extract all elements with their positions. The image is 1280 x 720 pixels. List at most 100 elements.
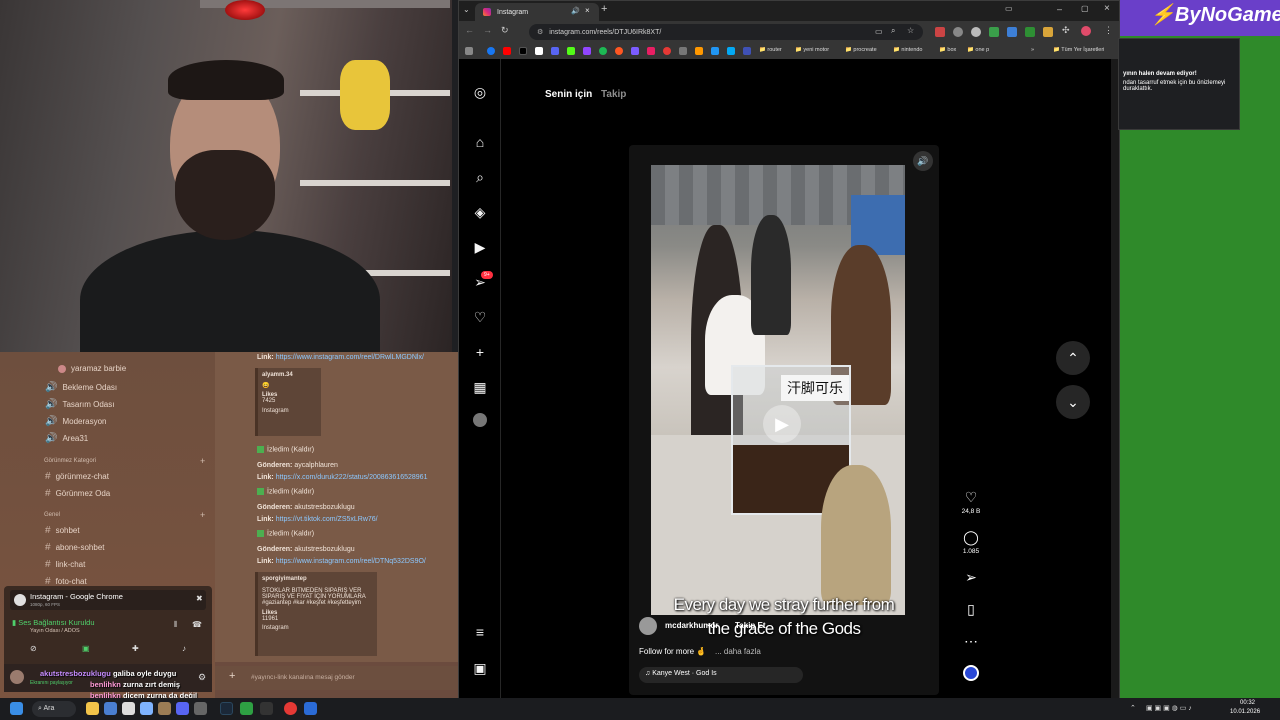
link[interactable]: https://vt.tiktok.com/ZS5xLRw76/ — [276, 516, 378, 523]
bookmark-icon[interactable] — [615, 47, 623, 55]
create-icon[interactable]: + — [471, 343, 489, 361]
watched-button[interactable]: İzledim (Kaldır) — [257, 488, 314, 495]
extension-icon[interactable] — [1025, 27, 1035, 37]
bookmark-icon[interactable] — [679, 47, 687, 55]
discord-icon[interactable] — [551, 47, 559, 55]
taskbar-app-icon[interactable] — [104, 702, 117, 715]
forward-icon[interactable]: → — [483, 25, 492, 35]
reload-icon[interactable]: ↻ — [501, 25, 509, 36]
bookmark-box[interactable]: 📁 box — [939, 47, 956, 53]
avatar[interactable] — [471, 413, 489, 431]
add-channel-icon[interactable]: + — [200, 456, 205, 466]
taskbar-app-icon[interactable] — [158, 702, 171, 715]
mute-icon[interactable]: 🔊 — [913, 151, 933, 171]
audio-thumb[interactable] — [955, 665, 987, 686]
voice-channel-bekleme[interactable]: 🔊 Bekleme Odası — [45, 382, 117, 393]
avatar[interactable] — [1081, 26, 1091, 36]
bookmark-one-p[interactable]: 📁 one p — [967, 47, 989, 53]
extensions-puzzle-icon[interactable]: ✣ — [1062, 25, 1070, 36]
extension-icon[interactable] — [953, 27, 963, 37]
voice-room[interactable]: Yayın Odası / ADOS — [30, 628, 80, 634]
noise-icon[interactable]: ⦀ — [174, 620, 178, 630]
instagram-logo-icon[interactable]: ◎ — [471, 83, 489, 101]
next-reel-button[interactable]: ⌄ — [1056, 385, 1090, 419]
text-channel-link-chat[interactable]: # link-chat — [45, 559, 85, 570]
x-icon[interactable] — [519, 47, 527, 55]
scrollbar[interactable] — [1111, 59, 1119, 699]
kick-icon[interactable] — [567, 47, 575, 55]
avatar[interactable] — [639, 617, 657, 635]
bookmark-icon[interactable] — [663, 47, 671, 55]
taskbar-app-icon[interactable] — [260, 702, 273, 715]
notifications-heart-icon[interactable]: ♡ — [471, 308, 489, 326]
voice-member[interactable]: yaramaz barbie — [58, 364, 126, 373]
soundboard-icon[interactable]: ♪ — [182, 644, 186, 653]
watched-button[interactable]: İzledim (Kaldır) — [257, 446, 314, 453]
discord-icon[interactable] — [176, 702, 189, 715]
search-icon[interactable]: ⌕ — [471, 168, 489, 186]
menu-kebab-icon[interactable]: ⋮ — [1104, 25, 1113, 36]
bookmark-icon[interactable] — [647, 47, 655, 55]
disconnect-icon[interactable]: ☎ — [192, 620, 202, 629]
bookmark-icon[interactable] — [631, 47, 639, 55]
bookmark-nintendo[interactable]: 📁 nintendo — [893, 47, 923, 53]
threads-icon[interactable] — [535, 47, 543, 55]
more-options-button[interactable]: ⋯ — [955, 633, 987, 650]
bookmark-router[interactable]: 📁 router — [759, 47, 782, 53]
taskbar-app-icon[interactable] — [194, 702, 207, 715]
text-channel-gorunmez-chat[interactable]: # görünmez-chat — [45, 471, 109, 482]
tray-chevron-icon[interactable]: ⌃ — [1130, 704, 1136, 712]
previous-reel-button[interactable]: ⌃ — [1056, 341, 1090, 375]
audio-icon[interactable]: 🔊 — [571, 7, 580, 15]
voice-channel-tasarim[interactable]: 🔊 Tasarım Odası — [45, 399, 114, 410]
audio-pill[interactable]: ♫ Kanye West · God Is — [639, 667, 803, 683]
address-bar[interactable]: ⚙ instagram.com/reels/DTJU6IRk8XT/ ▭ ⌕ ☆ — [529, 24, 923, 40]
taskbar-search[interactable]: ⌕ Ara — [32, 701, 76, 717]
tab-search-icon[interactable]: ⌄ — [463, 5, 470, 14]
close-tab-icon[interactable]: × — [585, 6, 590, 15]
taskbar-app-icon[interactable] — [140, 702, 153, 715]
category-general[interactable]: Genel — [44, 512, 60, 518]
avatar[interactable] — [10, 670, 24, 684]
category-hidden[interactable]: Görünmez Kategori — [44, 458, 96, 464]
reels-icon[interactable]: ▶ — [471, 238, 489, 256]
zoom-icon[interactable]: ⌕ — [891, 26, 895, 36]
watched-button[interactable]: İzledim (Kaldır) — [257, 530, 314, 537]
link[interactable]: https://www.instagram.com/reel/DRwlLMGDN… — [276, 354, 424, 361]
tray-icons[interactable]: ▣ ▣ ▣ ◍ ▭ ♪ — [1146, 704, 1192, 712]
bookmark-star-icon[interactable]: ☆ — [907, 26, 914, 35]
voice-channel-gorunmez-oda[interactable]: # Görünmez Oda — [45, 488, 110, 499]
voice-channel-area31[interactable]: 🔊 Area31 — [45, 433, 88, 444]
steam-icon[interactable] — [220, 702, 233, 715]
home-icon[interactable]: ⌂ — [471, 133, 489, 151]
file-explorer-icon[interactable] — [86, 702, 99, 715]
clock-date[interactable]: 10.01.2026 — [1230, 709, 1260, 715]
back-icon[interactable]: ← — [465, 25, 474, 35]
camera-off-icon[interactable]: ⊘ — [30, 644, 37, 653]
like-button[interactable]: ♡ 24,8 B — [955, 489, 987, 515]
message-input-bar[interactable]: + #yayıncı-link kanalına mesaj gönder — [215, 666, 458, 690]
facebook-icon[interactable] — [487, 47, 495, 55]
profile-icon[interactable]: ▭ — [1005, 4, 1013, 13]
voice-channel-moderasyon[interactable]: 🔊 Moderasyon — [45, 416, 106, 427]
bookmark-icon[interactable] — [727, 47, 735, 55]
share-button[interactable]: ➢ — [955, 569, 987, 586]
reel-video[interactable]: 汗脚可乐 ▶ — [651, 165, 905, 615]
youtube-icon[interactable] — [503, 47, 511, 55]
maximize-icon[interactable]: ▢ — [1081, 4, 1089, 13]
play-icon[interactable]: ▶ — [763, 405, 801, 443]
bookmark-procreate[interactable]: 📁 procreate — [845, 47, 877, 53]
more-bookmarks-icon[interactable]: » — [1031, 47, 1034, 53]
tab-for-you[interactable]: Senin için — [545, 89, 592, 100]
more-menu-icon[interactable]: ≡ — [471, 623, 489, 641]
extension-icon[interactable] — [935, 27, 945, 37]
spotify-icon[interactable] — [599, 47, 607, 55]
taskbar-app-icon[interactable] — [122, 702, 135, 715]
extension-icon[interactable] — [971, 27, 981, 37]
new-tab-icon[interactable]: + — [601, 3, 607, 15]
taskbar-app-icon[interactable] — [304, 702, 317, 715]
follow-button[interactable]: Takip Et — [735, 621, 766, 630]
add-channel-icon[interactable]: + — [200, 510, 205, 520]
text-channel-abone-sohbet[interactable]: # abone-sohbet — [45, 542, 105, 553]
message-input[interactable]: #yayıncı-link kanalına mesaj gönder — [251, 674, 355, 681]
